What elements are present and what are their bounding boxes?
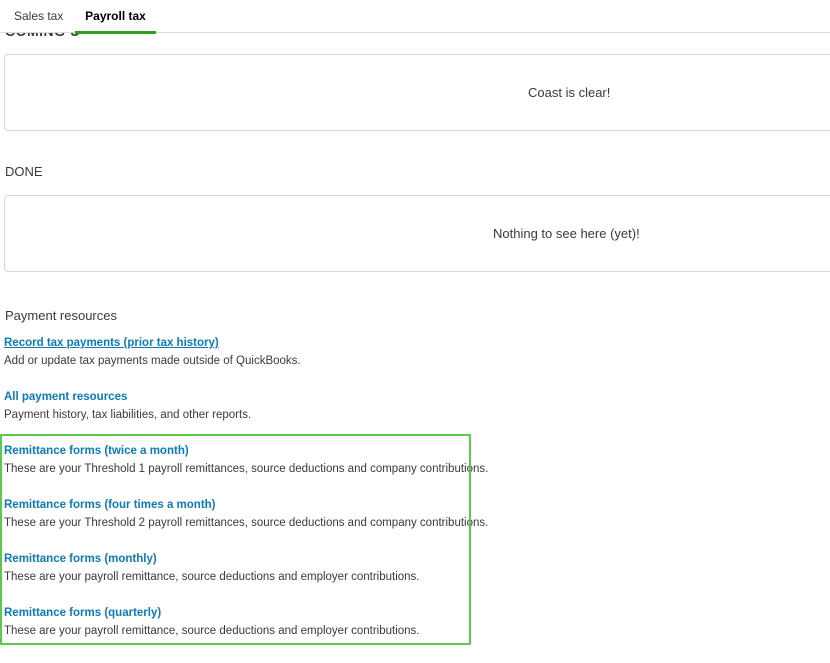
remittance-quarterly-link[interactable]: Remittance forms (quarterly) (4, 607, 161, 619)
remittance-four-times-month-description: These are your Threshold 2 payroll remit… (4, 517, 489, 529)
payment-resources-heading: Payment resources (5, 308, 117, 323)
remittance-four-times-month-link[interactable]: Remittance forms (four times a month) (4, 499, 216, 511)
payroll-tax-page: COMING U Sales tax Payroll tax Coast is … (0, 0, 830, 663)
all-payment-resources-description: Payment history, tax liabilities, and ot… (4, 409, 252, 421)
tab-payroll-tax[interactable]: Payroll tax (75, 0, 156, 34)
tab-sales-tax[interactable]: Sales tax (14, 0, 63, 33)
done-heading: DONE (5, 164, 43, 179)
coming-up-panel: Coast is clear! (4, 54, 830, 131)
all-payment-resources-link[interactable]: All payment resources (4, 391, 127, 403)
record-tax-payments-description: Add or update tax payments made outside … (4, 355, 301, 367)
done-empty-message: Nothing to see here (yet)! (493, 226, 640, 241)
tax-tabs: Sales tax Payroll tax (0, 0, 830, 34)
tab-payroll-tax-label: Payroll tax (85, 9, 146, 23)
remittance-monthly-description: These are your payroll remittance, sourc… (4, 571, 420, 583)
remittance-twice-month-description: These are your Threshold 1 payroll remit… (4, 463, 489, 475)
coming-up-empty-message: Coast is clear! (528, 85, 611, 100)
record-tax-payments-link[interactable]: Record tax payments (prior tax history) (4, 337, 219, 349)
remittance-monthly-link[interactable]: Remittance forms (monthly) (4, 553, 157, 565)
done-panel: Nothing to see here (yet)! (4, 195, 830, 272)
remittance-quarterly-description: These are your payroll remittance, sourc… (4, 625, 420, 637)
remittance-twice-month-link[interactable]: Remittance forms (twice a month) (4, 445, 189, 457)
active-tab-indicator (75, 31, 156, 34)
